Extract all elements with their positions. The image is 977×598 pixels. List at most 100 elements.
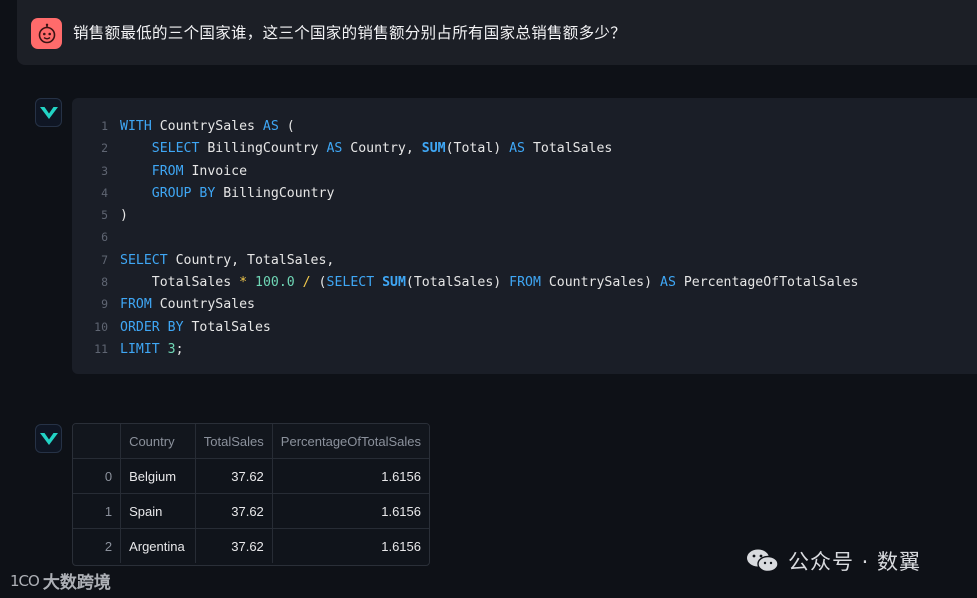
code-token: WITH [120, 119, 152, 134]
line-number: 3 [101, 163, 108, 178]
line-number: 7 [101, 252, 108, 267]
code-token: CountrySales [151, 119, 263, 134]
code-token: CountrySales [151, 297, 255, 313]
cell-totalsales: 37.62 [195, 528, 273, 563]
code-token: AS [660, 275, 676, 291]
line-number: 4 [101, 185, 108, 200]
robot-face-icon [38, 23, 55, 43]
code-line: 3 FROM Invoice [72, 160, 977, 182]
cell-totalsales: 37.62 [195, 493, 273, 529]
table-row: 1 Spain 37.62 1.6156 [73, 493, 429, 529]
table-row: 0 Belgium 37.62 1.6156 [73, 458, 429, 494]
cell-percentage: 1.6156 [272, 458, 429, 494]
code-token: SELECT [151, 141, 200, 157]
code-token: TotalSales [120, 275, 240, 291]
question-text: 销售额最低的三个国家谁，这三个国家的销售额分别占所有国家总销售额多少？ [73, 24, 627, 42]
column-header-totalsales[interactable]: TotalSales [195, 424, 273, 459]
check-mark-icon [39, 106, 58, 119]
watermark-logo: 1CO [10, 571, 40, 590]
result-table: Country TotalSales PercentageOfTotalSale… [72, 423, 430, 566]
code-line: 7 SELECT Country, TotalSales, [72, 249, 977, 271]
code-token: ( [310, 275, 327, 291]
code-token: 3 [167, 341, 176, 357]
code-token: SUM [382, 275, 406, 291]
cell-country: Belgium [120, 458, 196, 494]
code-token: FROM [509, 275, 541, 291]
line-number: 11 [94, 341, 108, 356]
code-line: 4 GROUP BY BillingCountry [72, 182, 977, 204]
column-header-country[interactable]: Country [120, 424, 196, 459]
cell-country: Spain [120, 493, 196, 529]
code-token: Invoice [183, 163, 248, 179]
code-token: LIMIT [120, 341, 160, 357]
assistant-avatar [35, 424, 62, 453]
code-token: ; [175, 341, 184, 357]
code-token: BillingCountry [199, 141, 327, 157]
watermark-left-text: 大数跨境 [42, 573, 111, 593]
cell-percentage: 1.6156 [381, 538, 421, 554]
code-line: 8 TotalSales * 100.0 / (SELECT SUM(Total… [72, 271, 977, 293]
code-line: 6 [72, 226, 977, 248]
cell-totalsales: 37.62 [195, 458, 273, 494]
code-line: 10 ORDER BY TotalSales [72, 316, 977, 338]
code-token: TotalSales [525, 141, 613, 157]
line-number: 1 [101, 119, 108, 133]
check-mark-icon [39, 432, 58, 445]
line-number: 9 [101, 297, 108, 312]
code-token: GROUP BY [151, 185, 216, 201]
row-index: 2 [73, 528, 122, 563]
row-index: 1 [73, 493, 122, 529]
cell-country: Argentina [120, 528, 196, 563]
code-token: ORDER BY [120, 319, 184, 335]
line-number: 8 [101, 275, 108, 290]
code-token: SELECT [120, 252, 168, 268]
code-token: Country, [342, 141, 422, 157]
code-token: CountrySales) [540, 275, 660, 291]
code-token: PercentageOfTotalSales [675, 275, 859, 291]
watermark-left: 1CO 大数跨境 [10, 568, 111, 594]
code-line: 2 SELECT BillingCountry AS Country, SUM(… [72, 137, 977, 159]
line-number: 10 [94, 319, 108, 334]
code-token: TotalSales [183, 319, 271, 335]
user-avatar [31, 18, 62, 49]
line-number: 5 [101, 208, 108, 223]
code-token: SELECT [326, 275, 375, 291]
row-index: 0 [73, 458, 122, 494]
table-header-row: Country TotalSales PercentageOfTotalSale… [73, 424, 429, 459]
code-line: 11 LIMIT 3; [72, 338, 977, 360]
assistant-avatar [35, 98, 62, 127]
code-token: AS [326, 141, 343, 157]
watermark-right-text: 公众号 · 数翼 [788, 550, 922, 574]
code-token: SUM [421, 141, 446, 157]
code-token: FROM [120, 297, 152, 313]
wechat-icon [747, 549, 779, 573]
code-token: AS [509, 141, 525, 157]
line-number: 2 [101, 141, 108, 156]
column-header-index[interactable] [73, 424, 122, 459]
code-token: Country, TotalSales, [167, 252, 335, 268]
column-header-percentage[interactable]: PercentageOfTotalSales [272, 424, 429, 459]
code-token: AS [262, 119, 279, 134]
watermark-right: 公众号 · 数翼 [746, 546, 921, 576]
code-token: BillingCountry [215, 185, 335, 201]
cell-percentage: 1.6156 [272, 493, 429, 529]
code-token: ( [278, 119, 295, 134]
code-token: * [239, 275, 248, 291]
sql-code-block: 1 WITH CountrySales AS (2 SELECT BillingC… [72, 98, 977, 374]
table-row: 2 Argentina 37.62 1.6156 [73, 528, 429, 563]
code-line: 1 WITH CountrySales AS ( [72, 115, 977, 137]
code-token: (Total) [445, 141, 510, 157]
code-token: ) [120, 208, 128, 224]
code-line: 5) [72, 204, 977, 226]
code-line: 9 FROM CountrySales [72, 293, 977, 315]
code-token: / [302, 275, 311, 291]
code-token: (TotalSales) [405, 275, 510, 291]
line-number: 6 [101, 230, 108, 245]
